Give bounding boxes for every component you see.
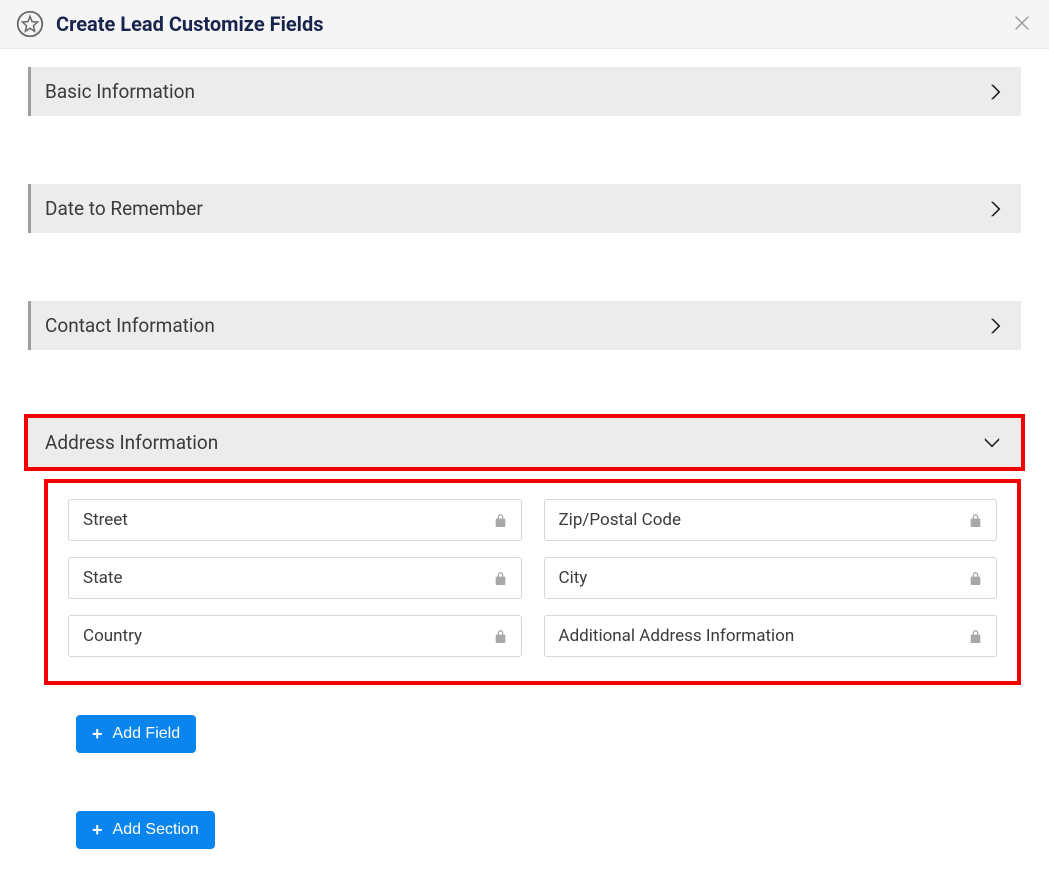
section-title: Basic Information: [45, 80, 195, 103]
field-additional-address-information[interactable]: Additional Address Information: [544, 615, 998, 657]
add-section-button[interactable]: + Add Section: [76, 811, 215, 849]
field-label: State: [83, 568, 122, 588]
plus-icon: +: [92, 821, 103, 839]
section-contact-information: Contact Information: [28, 301, 1021, 350]
section-address-information: Address Information Street Zip/Postal Co…: [28, 418, 1021, 753]
lock-icon: [969, 571, 982, 586]
section-header-address-information[interactable]: Address Information: [28, 418, 1021, 467]
chevron-right-icon: [990, 317, 1001, 335]
field-city[interactable]: City: [544, 557, 998, 599]
section-date-to-remember: Date to Remember: [28, 184, 1021, 233]
field-label: Country: [83, 626, 142, 646]
close-button[interactable]: [1015, 14, 1029, 34]
section-title: Contact Information: [45, 314, 215, 337]
section-header-basic-information[interactable]: Basic Information: [28, 67, 1021, 116]
dialog-body: Basic Information Date to Remember Conta…: [0, 49, 1049, 879]
field-label: Additional Address Information: [559, 626, 795, 646]
field-label: Zip/Postal Code: [559, 510, 682, 530]
dialog-title: Create Lead Customize Fields: [56, 12, 323, 36]
add-field-row: + Add Field: [76, 715, 1021, 753]
section-header-contact-information[interactable]: Contact Information: [28, 301, 1021, 350]
lock-icon: [494, 513, 507, 528]
dialog-header: Create Lead Customize Fields: [0, 0, 1049, 49]
lock-icon: [494, 629, 507, 644]
plus-icon: +: [92, 725, 103, 743]
section-title: Address Information: [45, 431, 218, 454]
field-country[interactable]: Country: [68, 615, 522, 657]
button-label: Add Field: [113, 725, 181, 743]
section-title: Date to Remember: [45, 197, 203, 220]
field-street[interactable]: Street: [68, 499, 522, 541]
field-state[interactable]: State: [68, 557, 522, 599]
lock-icon: [969, 513, 982, 528]
field-label: City: [559, 568, 588, 588]
chevron-right-icon: [990, 200, 1001, 218]
chevron-right-icon: [990, 83, 1001, 101]
field-label: Street: [83, 510, 128, 530]
lock-icon: [494, 571, 507, 586]
lock-icon: [969, 629, 982, 644]
fields-grid: Street Zip/Postal Code State: [68, 499, 997, 657]
close-icon: [1015, 13, 1029, 35]
section-basic-information: Basic Information: [28, 67, 1021, 116]
chevron-down-icon: [983, 437, 1001, 448]
field-zip-postal-code[interactable]: Zip/Postal Code: [544, 499, 998, 541]
section-header-date-to-remember[interactable]: Date to Remember: [28, 184, 1021, 233]
address-fields-container: Street Zip/Postal Code State: [48, 483, 1017, 681]
add-section-row: + Add Section: [76, 811, 1021, 849]
star-badge-icon: [16, 10, 44, 38]
add-field-button[interactable]: + Add Field: [76, 715, 196, 753]
button-label: Add Section: [113, 821, 199, 839]
